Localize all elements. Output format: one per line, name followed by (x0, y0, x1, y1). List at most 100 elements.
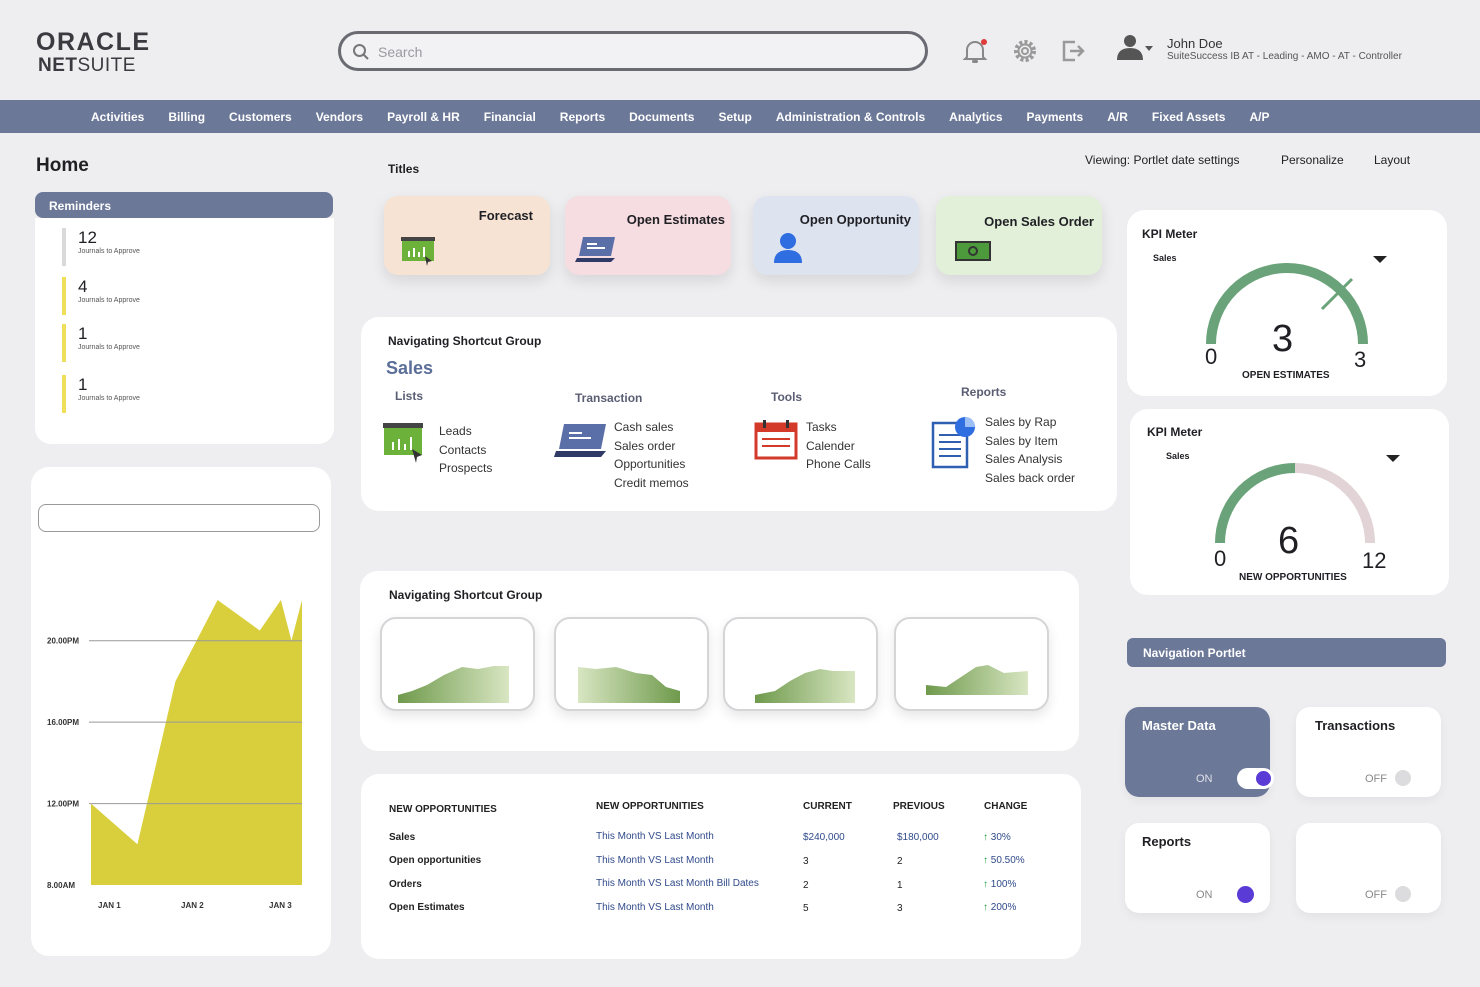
nav-setup[interactable]: Setup (706, 110, 763, 124)
link-sales-by-rap[interactable]: Sales by Rap (985, 413, 1075, 432)
mini-area-chart (578, 667, 680, 703)
navigation-portlet-header: Navigation Portlet (1127, 638, 1446, 667)
tile-forecast[interactable]: Forecast (384, 196, 550, 275)
portlet-date-settings-link[interactable]: Viewing: Portlet date settings (1085, 153, 1240, 167)
link-contacts[interactable]: Contacts (439, 441, 492, 460)
cash-icon (955, 241, 991, 261)
reminder-label: Journals to Approve (78, 248, 140, 255)
mini-chart-card[interactable] (554, 617, 709, 711)
tile-title: Forecast (478, 208, 533, 223)
row-period[interactable]: This Month VS Last Month Bill Dates (596, 878, 759, 889)
tile-title: Open Opportunity (799, 212, 911, 227)
mini-chart-card[interactable] (723, 617, 878, 711)
search-icon (353, 44, 369, 60)
tools-links: Tasks Calender Phone Calls (806, 418, 871, 474)
link-credit-memos[interactable]: Credit memos (614, 474, 689, 493)
reminder-count: 12 (78, 228, 97, 247)
link-calender[interactable]: Calender (806, 437, 871, 456)
link-phone-calls[interactable]: Phone Calls (806, 455, 871, 474)
brand-suite: SUITE (77, 55, 136, 76)
calendar-icon (754, 420, 798, 460)
link-cash-sales[interactable]: Cash sales (614, 418, 689, 437)
layout-link[interactable]: Layout (1374, 153, 1410, 167)
nav-fixed-assets[interactable]: Fixed Assets (1140, 110, 1238, 124)
nav-vendors[interactable]: Vendors (304, 110, 375, 124)
user-name[interactable]: John Doe (1167, 36, 1223, 51)
column-head-tools: Tools (771, 390, 803, 404)
table-header-change: CHANGE (984, 801, 1028, 812)
y-tick-label: 16.00PM (47, 718, 79, 727)
shortcut-group-title: Navigating Shortcut Group (388, 334, 542, 348)
toggle-switch[interactable] (1237, 886, 1254, 903)
x-tick-label: JAN 1 (98, 901, 121, 910)
link-sales-by-item[interactable]: Sales by Item (985, 432, 1075, 451)
bell-icon[interactable] (961, 37, 989, 65)
nav-payments[interactable]: Payments (1015, 110, 1096, 124)
nav-documents[interactable]: Documents (617, 110, 706, 124)
tile-open-estimates[interactable]: Open Estimates (565, 196, 731, 275)
transaction-links: Cash sales Sales order Opportunities Cre… (614, 418, 689, 492)
gauge (1206, 263, 1368, 345)
nav-activities[interactable]: Activities (79, 110, 156, 124)
toggle-switch[interactable] (1395, 770, 1411, 786)
up-arrow-icon: ↑ (983, 832, 988, 843)
toggle-title: Reports (1142, 834, 1192, 849)
link-sales-analysis[interactable]: Sales Analysis (985, 450, 1075, 469)
kpi-label: OPEN ESTIMATES (1242, 370, 1330, 381)
mini-chart-card[interactable] (894, 617, 1049, 711)
nav-billing[interactable]: Billing (156, 110, 217, 124)
nav-payroll-hr[interactable]: Payroll & HR (375, 110, 472, 124)
link-sales-back-order[interactable]: Sales back order (985, 469, 1075, 488)
reminder-item[interactable]: 1 Journals to Approve (62, 375, 140, 413)
row-period[interactable]: This Month VS Last Month (596, 831, 714, 842)
toggle-switch[interactable] (1237, 768, 1274, 789)
toggle-switch[interactable] (1395, 886, 1411, 902)
chart-board-icon (383, 423, 423, 463)
mini-area-chart (398, 666, 509, 703)
reminder-count: 1 (78, 375, 88, 394)
user-avatar-icon[interactable] (1114, 32, 1156, 64)
brand-oracle: ORACLE (36, 28, 151, 56)
link-sales-order[interactable]: Sales order (614, 437, 689, 456)
x-tick-label: JAN 2 (181, 901, 204, 910)
search-placeholder: Search (378, 44, 423, 60)
link-leads[interactable]: Leads (439, 422, 492, 441)
table-header-period: NEW OPPORTUNITIES (596, 801, 704, 812)
area-series (91, 600, 302, 885)
nav-reports[interactable]: Reports (548, 110, 617, 124)
reminder-item[interactable]: 1 Journals to Approve (62, 324, 140, 362)
up-arrow-icon: ↑ (983, 855, 988, 866)
nav-financial[interactable]: Financial (472, 110, 548, 124)
mini-chart-card[interactable] (380, 617, 535, 711)
logout-icon[interactable] (1059, 37, 1087, 65)
y-tick-label: 20.00PM (47, 637, 79, 646)
row-change: ↑ 200% (983, 902, 1016, 913)
link-opportunities[interactable]: Opportunities (614, 455, 689, 474)
x-tick-label: JAN 3 (269, 901, 292, 910)
reminder-item[interactable]: 4 Journals to Approve (62, 277, 140, 315)
column-head-lists: Lists (395, 389, 424, 403)
gear-icon[interactable] (1012, 38, 1038, 64)
reminder-item[interactable]: 12 Journals to Approve (62, 228, 140, 266)
personalize-link[interactable]: Personalize (1281, 153, 1344, 167)
link-prospects[interactable]: Prospects (439, 459, 492, 478)
row-current: $240,000 (803, 832, 845, 843)
search-bar[interactable]: Search (338, 31, 928, 71)
person-icon (774, 233, 802, 263)
link-tasks[interactable]: Tasks (806, 418, 871, 437)
nav-customers[interactable]: Customers (217, 110, 304, 124)
row-period[interactable]: This Month VS Last Month (596, 855, 714, 866)
tile-open-sales-order[interactable]: Open Sales Order (936, 196, 1102, 275)
nav-ar[interactable]: A/R (1095, 110, 1140, 124)
toggle-title: Master Data (1142, 718, 1216, 733)
nav-administration-controls[interactable]: Administration & Controls (764, 110, 937, 124)
nav-ap[interactable]: A/P (1237, 110, 1281, 124)
kpi-meter-open-estimates: KPI Meter Sales 3 0 3 OPEN ESTIMATES (1127, 210, 1447, 396)
toggle-state: OFF (1365, 773, 1387, 785)
row-period[interactable]: This Month VS Last Month (596, 902, 714, 913)
nav-analytics[interactable]: Analytics (937, 110, 1014, 124)
kpi-value: 6 (1278, 520, 1300, 562)
tile-open-opportunity[interactable]: Open Opportunity (753, 196, 919, 275)
row-current: 5 (803, 903, 809, 914)
up-arrow-icon: ↑ (983, 879, 988, 890)
